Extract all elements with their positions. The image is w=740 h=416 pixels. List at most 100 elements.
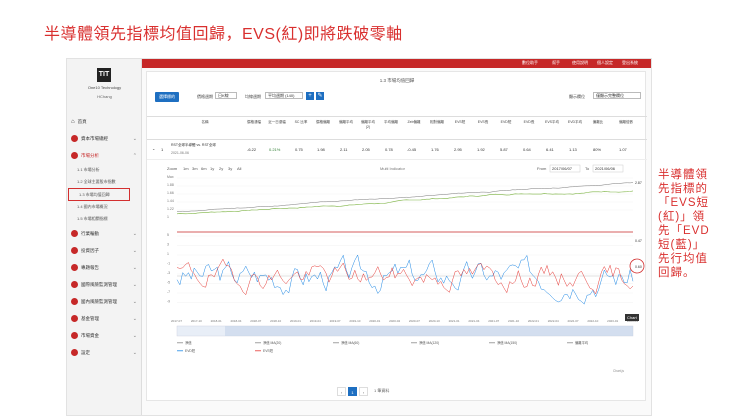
cell: -6.22 [247, 147, 257, 152]
next-page-button[interactable]: › [359, 386, 368, 396]
dot-icon [71, 298, 78, 305]
cell: 1.07 [619, 147, 627, 152]
y-tick-label: -1 [167, 262, 170, 266]
col-header[interactable]: EVD平均 [566, 120, 584, 125]
sidebar-item-intl-risk[interactable]: 國際風險監測管理 ⌄ [67, 276, 142, 293]
chevron-down-icon: ⌄ [132, 298, 137, 305]
col-header[interactable]: SC 比率 [292, 120, 310, 125]
total-count: 1 筆資料 [374, 388, 390, 393]
sidebar-item-factor[interactable]: 投資因子 ⌄ [67, 242, 142, 259]
x-tick-label: 2020-07 [409, 319, 420, 323]
note-line: 短(藍)」 [658, 239, 706, 251]
sidebar-subitem[interactable]: 1.4 國內市場概況 [67, 201, 142, 213]
col-header[interactable]: EVS平均 [543, 120, 561, 125]
x-tick-label: 2022-07 [568, 319, 579, 323]
table-row[interactable]: ⌄ 1 RST全球半導體 vs. RST全球 2021-06-06 -6.22 … [147, 140, 647, 160]
y-tick-label: 1 [167, 215, 169, 219]
chart-footer: Chart.js [613, 369, 624, 373]
col-header[interactable]: 價格漲幅 [245, 120, 263, 125]
col-header[interactable]: 名稱 [185, 120, 225, 125]
col-header[interactable]: EVS短 [451, 120, 469, 125]
legend-item: EVS短 [263, 348, 274, 353]
to-date-value: 2021/06/06 [595, 166, 616, 171]
y-tick-label: 1.88 [167, 183, 174, 187]
dot-icon [71, 247, 78, 254]
cell: 2.11 [340, 147, 348, 152]
page-button[interactable]: 1 [348, 386, 357, 396]
topbar-link[interactable]: 使用說明 [572, 60, 588, 66]
sidebar-item-fund[interactable]: 基金管理 ⌄ [67, 310, 142, 327]
sidebar-item-label: 基金管理 [81, 315, 99, 321]
prev-page-button[interactable]: ‹ [337, 386, 346, 396]
col-header[interactable]: 價格偏離 [314, 120, 332, 125]
sidebar-item-market[interactable]: 市場分析 ⌃ [67, 147, 142, 164]
row-name[interactable]: RST全球半導體 vs. RST全球 [171, 143, 241, 148]
freq-select[interactable]: 日K線 [215, 92, 237, 99]
sidebar-item-rotation[interactable]: 行業輪動 ⌄ [67, 225, 142, 242]
col-header[interactable]: 偏離比 [589, 120, 607, 125]
col-header[interactable]: EVD短 [497, 120, 515, 125]
note-line: (紅)」領 [658, 211, 706, 223]
col-header[interactable]: 近一日漲幅 [267, 120, 287, 125]
right-value-label: 2.87 [635, 181, 642, 185]
zoom-button[interactable]: 1y [210, 166, 214, 171]
display-select[interactable]: 僅顯示完整欄位 [593, 92, 641, 99]
zoom-button[interactable]: 3y [228, 166, 232, 171]
topbar-link[interactable]: 幫手 [552, 60, 560, 66]
sidebar-item-label: 資本市場總經 [81, 135, 108, 141]
sidebar-item-macro[interactable]: 資本市場總經 ⌄ [67, 130, 142, 147]
note-line: 先「EVD [658, 225, 710, 237]
zoom-button[interactable]: 3m [192, 166, 198, 171]
chevron-down-icon: ⌄ [132, 264, 137, 271]
zoom-button[interactable]: 1m [183, 166, 189, 171]
topbar-link[interactable]: 登出系統 [622, 60, 638, 66]
y-tick-label: -5 [167, 281, 170, 285]
multi-indicator-chart[interactable]: Zoom 1m 3m 6m 1y 2y 3y All Multi Indicator From 20… [165, 164, 645, 376]
sidebar-item-label: 國際風險監測管理 [81, 281, 117, 287]
select-target-button[interactable]: 選擇標的 [155, 92, 179, 102]
cell: 2.05 [362, 147, 370, 152]
x-tick-label: 2019-07 [330, 319, 341, 323]
x-tick-label: 2021-04 [468, 319, 479, 323]
cell: 0.21% [269, 147, 281, 152]
sidebar-item-report[interactable]: 專題報告 ⌄ [67, 259, 142, 276]
sidebar-item-domestic-risk[interactable]: 國內風險監測管理 ⌄ [67, 293, 142, 310]
app-window: TIT One10 Technology HChang ⌂ 首頁 資本市場總經 ⌄ … [66, 58, 652, 416]
col-header[interactable]: EVD長 [520, 120, 538, 125]
sidebar-item-settings[interactable]: 設定 ⌄ [67, 344, 142, 361]
zoom-button[interactable]: 2y [219, 166, 223, 171]
expand-icon[interactable]: ⌄ [152, 146, 155, 151]
to-label: To [585, 166, 590, 171]
y-tick-label: Max [167, 175, 174, 179]
col-header[interactable]: 平均偏離 [382, 120, 400, 125]
col-header[interactable]: 偏離倍數 [615, 120, 637, 125]
sidebar-subitem[interactable]: 1.2 全球主要股市指數 [67, 176, 142, 188]
edit-icon[interactable]: ✎ [316, 92, 324, 100]
zoom-button[interactable]: 6m [201, 166, 207, 171]
topbar-link[interactable]: 數位助手 [522, 60, 538, 66]
zoom-button[interactable]: All [237, 166, 242, 171]
chevron-down-icon: ⌄ [132, 349, 137, 356]
sidebar-item-home[interactable]: ⌂ 首頁 [67, 113, 142, 130]
topbar-link[interactable]: 個人設定 [597, 60, 613, 66]
right-value-label: 0.47 [635, 239, 642, 243]
evd-short-line [176, 254, 634, 305]
x-tick-label: 2019-01 [290, 319, 301, 323]
col-header[interactable]: EVS長 [474, 120, 492, 125]
col-header[interactable]: Zeb偏離 [405, 120, 423, 125]
col-header[interactable]: 相對偏離 [428, 120, 446, 125]
chevron-down-icon: ⌄ [132, 281, 137, 288]
col-header[interactable]: 偏離平均 [337, 120, 355, 125]
x-tick-label: 2020-10 [429, 319, 440, 323]
sidebar-subitem[interactable]: 1.1 市場分析 [67, 164, 142, 176]
sidebar-item-label: 投資因子 [81, 247, 99, 253]
sidebar-subitem-active[interactable]: 1.3 市場均值回歸 [68, 188, 130, 201]
add-icon[interactable]: + [306, 92, 314, 100]
ma-select[interactable]: 平均週期 (140) [265, 92, 303, 99]
cell: 80% [593, 147, 602, 152]
sidebar-subitem[interactable]: 1.5 市場相關指標 [67, 213, 142, 225]
col-header[interactable]: 偏離平均(2) [359, 120, 377, 129]
ma-series-line [176, 182, 634, 212]
note-line: 先指標的 [658, 183, 708, 195]
sidebar-item-capital[interactable]: 市場資金 ⌄ [67, 327, 142, 344]
